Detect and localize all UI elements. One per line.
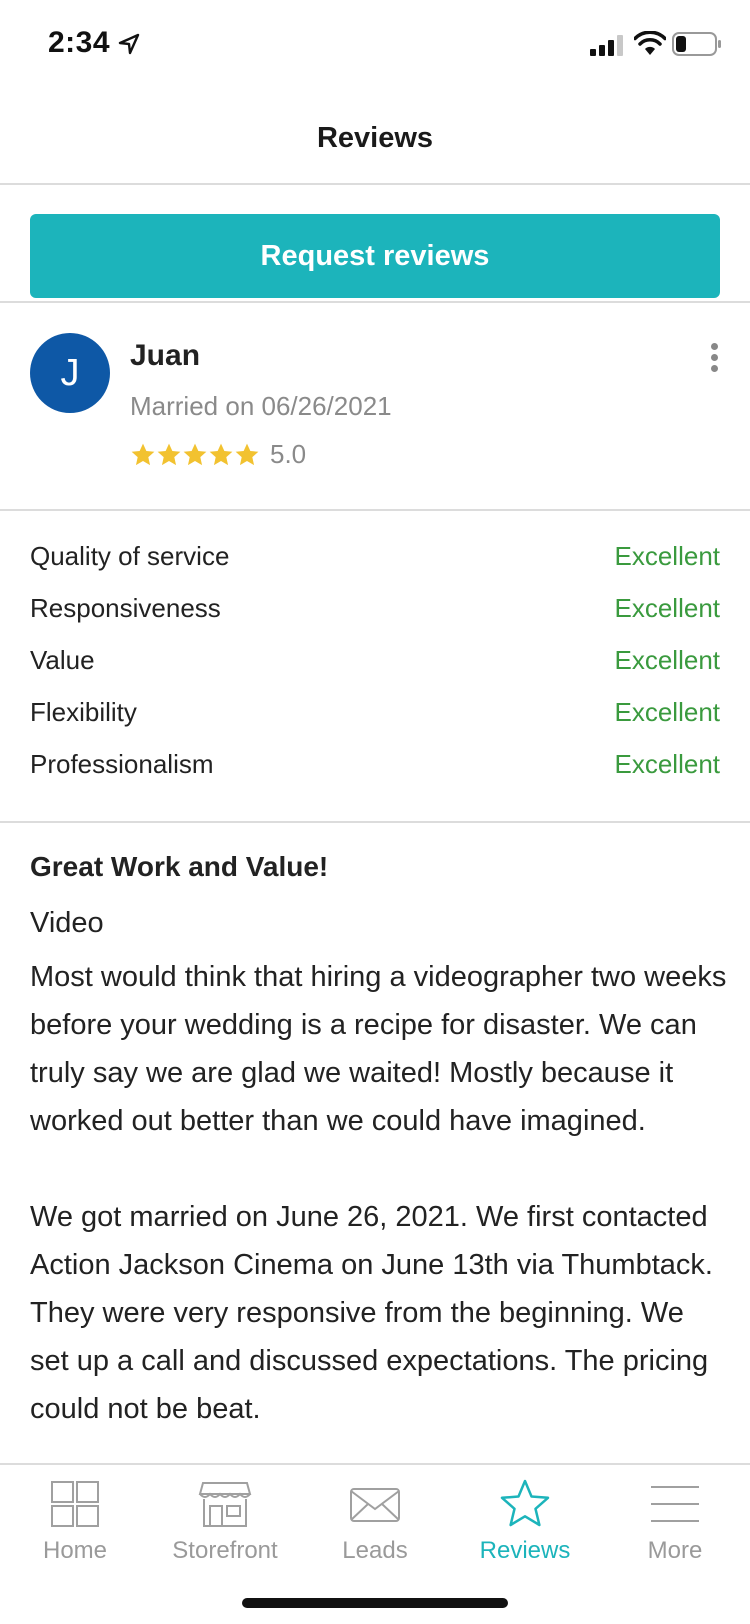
tab-label: More [647, 1537, 703, 1564]
rating-label: Quality of service [30, 541, 230, 571]
rating-score: Excellent [614, 749, 721, 779]
rating-row-responsiveness: Responsiveness Excellent [30, 593, 720, 633]
location-arrow-icon [118, 33, 140, 55]
rating-label: Flexibility [30, 697, 137, 727]
tab-more[interactable]: More [600, 1475, 750, 1575]
rating-label: Professionalism [30, 749, 214, 779]
star-rating: 5.0 [130, 439, 306, 470]
rating-score: Excellent [614, 541, 721, 571]
tab-home[interactable]: Home [0, 1475, 150, 1575]
reviewer-header: J Juan Married on 06/26/2021 5.0 [0, 303, 750, 511]
review-paragraph: Most would think that hiring a videograp… [30, 961, 727, 1137]
rating-row-flexibility: Flexibility Excellent [30, 697, 720, 737]
request-reviews-section: Request reviews [0, 185, 750, 303]
tab-leads[interactable]: Leads [300, 1475, 450, 1575]
rating-row-professionalism: Professionalism Excellent [30, 749, 720, 789]
avatar: J [30, 333, 110, 413]
storefront-icon [198, 1482, 252, 1527]
tab-label: Reviews [479, 1537, 571, 1564]
screen: 2:34 Reviews Request reviews J Juan Marr… [0, 0, 750, 1624]
wifi-icon [634, 31, 666, 55]
rating-label: Value [30, 645, 95, 675]
status-bar: 2:34 [0, 0, 750, 90]
star-icon [131, 443, 155, 465]
reviewer-name: Juan [130, 339, 201, 372]
ratings-breakdown: Quality of service Excellent Responsiven… [0, 511, 750, 823]
page-title: Reviews [316, 122, 434, 154]
star-icon [157, 443, 181, 465]
review-title: Great Work and Value! [30, 851, 329, 882]
star-icon [500, 1479, 550, 1527]
star-icon [235, 443, 259, 465]
tab-storefront[interactable]: Storefront [150, 1475, 300, 1575]
grid-icon [51, 1481, 99, 1527]
star-icon [183, 443, 207, 465]
star-icon [209, 443, 233, 465]
rating-score: Excellent [614, 645, 721, 675]
review-paragraph: We got married on June 26, 2021. We firs… [30, 1201, 713, 1425]
cellular-signal-icon [590, 35, 623, 56]
rating-label: Responsiveness [30, 593, 221, 623]
review-category: Video [30, 907, 104, 939]
rating-row-value: Value Excellent [30, 645, 720, 685]
status-time: 2:34 [48, 26, 111, 59]
rating-row-quality: Quality of service Excellent [30, 541, 720, 581]
home-indicator[interactable] [242, 1598, 508, 1608]
rating-score: Excellent [614, 593, 721, 623]
review-text: Most would think that hiring a videograp… [30, 953, 730, 1463]
review-content: Great Work and Value! Video Most would t… [0, 823, 750, 1463]
nav-header: Reviews [0, 90, 750, 185]
tab-reviews[interactable]: Reviews [450, 1475, 600, 1575]
rating-score: Excellent [614, 697, 721, 727]
tab-label: Leads [342, 1537, 408, 1564]
menu-icon [651, 1486, 699, 1522]
tab-label: Storefront [172, 1537, 278, 1564]
more-options-icon[interactable] [704, 343, 724, 377]
request-reviews-button[interactable]: Request reviews [30, 214, 720, 298]
battery-icon [672, 32, 721, 56]
rating-value: 5.0 [270, 439, 307, 469]
tab-label: Home [42, 1537, 108, 1564]
envelope-icon [350, 1488, 400, 1522]
married-date: Married on 06/26/2021 [130, 391, 392, 421]
